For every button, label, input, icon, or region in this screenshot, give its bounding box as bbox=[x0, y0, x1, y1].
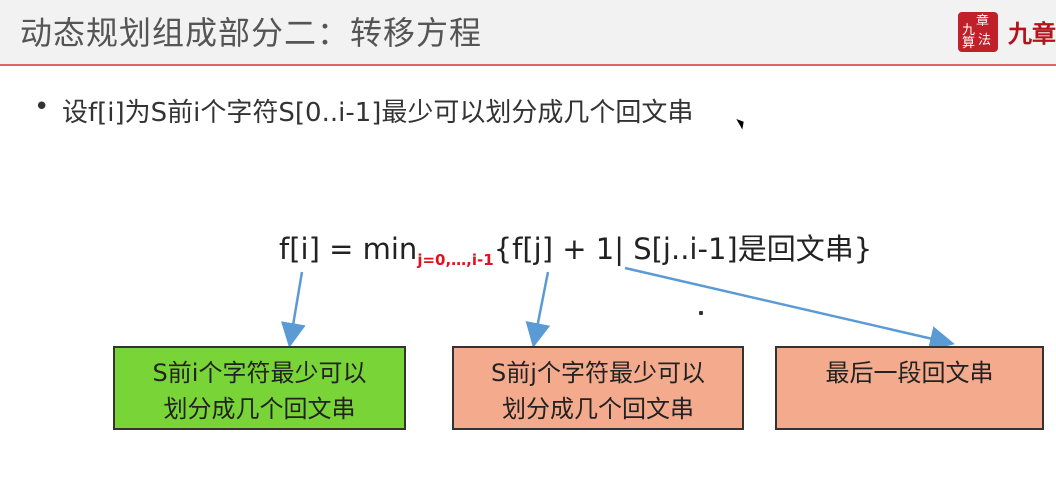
box-f-i: S前i个字符最少可以 划分成几个回文串 bbox=[113, 346, 406, 430]
cursor-dot bbox=[699, 311, 703, 315]
box-line: 划分成几个回文串 bbox=[502, 395, 694, 423]
box-line: S前i个字符最少可以 bbox=[152, 359, 367, 387]
box-line: 划分成几个回文串 bbox=[163, 395, 356, 423]
box-f-j: S前j个字符最少可以 划分成几个回文串 bbox=[452, 346, 744, 430]
box-last-palindrome: 最后一段回文串 bbox=[775, 346, 1044, 430]
box-line: S前j个字符最少可以 bbox=[491, 359, 705, 387]
arrow-last-segment bbox=[624, 266, 955, 351]
arrow-fi bbox=[281, 271, 306, 348]
box-line: 最后一段回文串 bbox=[825, 359, 994, 387]
arrow-fj bbox=[525, 271, 551, 348]
